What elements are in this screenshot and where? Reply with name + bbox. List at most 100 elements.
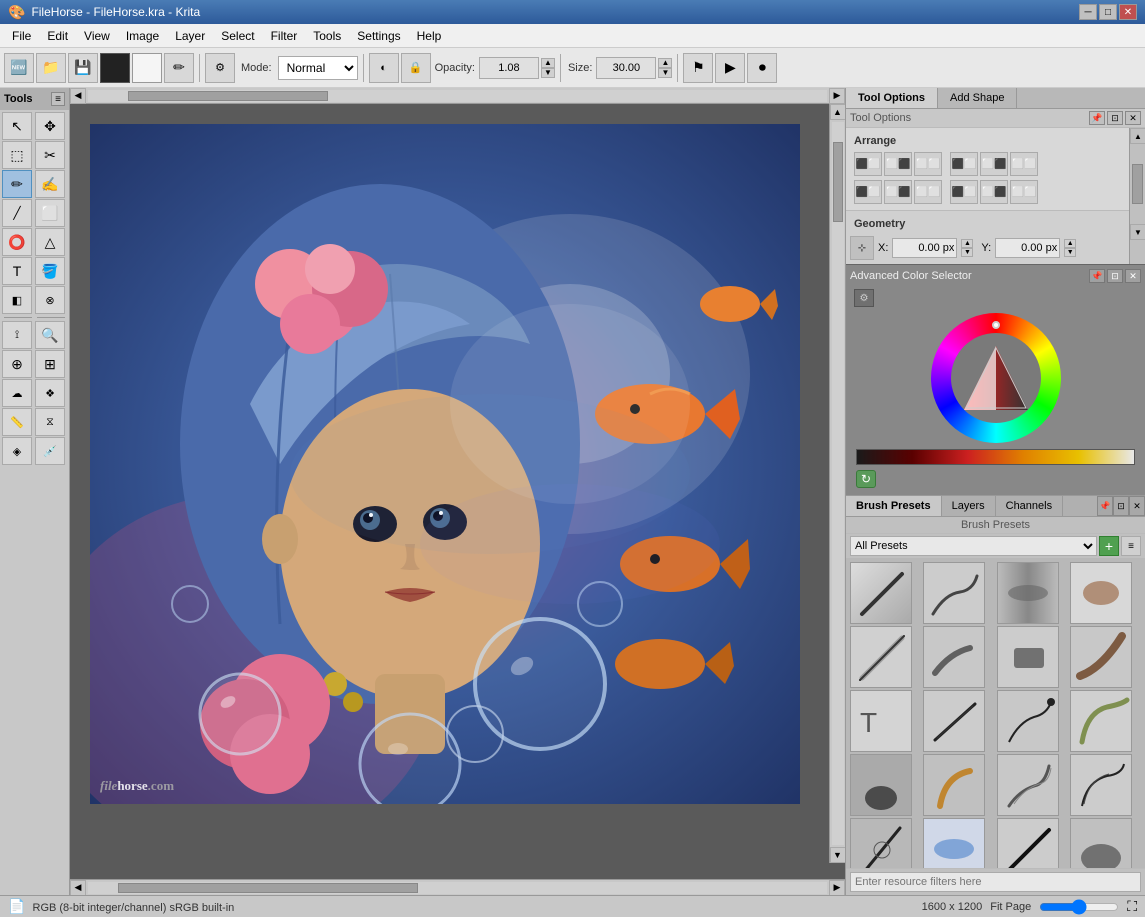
polygon-tool-btn[interactable]: △ [35,228,65,256]
text-tool-btn[interactable]: T [2,257,32,285]
save-file-button[interactable]: 💾 [68,53,98,83]
scroll-right-bottom[interactable]: ▶ [829,880,845,896]
open-file-button[interactable]: 📁 [36,53,66,83]
brush-item-15[interactable] [997,754,1059,816]
opacity-up[interactable]: ▲ [541,58,555,68]
new-doc-icon[interactable]: 📄 [8,898,25,914]
color-gradient-bar[interactable] [856,449,1135,465]
vertical-scrollbar-track[interactable] [832,122,844,845]
y-up[interactable]: ▲ [1064,239,1076,248]
brush-item-12[interactable] [1070,690,1132,752]
menu-view[interactable]: View [76,27,118,45]
tab-channels[interactable]: Channels [996,496,1063,516]
scroll-down-arrow[interactable]: ▼ [830,847,846,863]
y-input[interactable] [995,238,1060,258]
x-down[interactable]: ▼ [961,248,973,257]
crop-tool-btn[interactable]: ✂ [35,141,65,169]
color-close-btn[interactable]: ✕ [1125,269,1141,283]
freehand-tool-btn[interactable]: ✍ [35,170,65,198]
pattern-tool-btn[interactable]: ⊞ [35,350,65,378]
close-button[interactable]: ✕ [1119,4,1137,20]
menu-select[interactable]: Select [213,27,262,45]
color-pin-btn[interactable]: 📌 [1089,269,1105,283]
menu-help[interactable]: Help [409,27,450,45]
ellipse-tool-btn[interactable]: ⭕ [2,228,32,256]
menu-tools[interactable]: Tools [305,27,349,45]
play-button[interactable]: ▶ [715,53,745,83]
dist-top-btn[interactable]: ⬛⬜ [950,180,978,204]
brush-item-17[interactable] [850,818,912,868]
mode-select[interactable]: Normal Multiply Screen Overlay [278,56,358,80]
menu-settings[interactable]: Settings [349,27,408,45]
color-wheel-container[interactable] [850,309,1141,447]
color-sampler-btn[interactable]: 💉 [35,437,65,465]
move-tool-btn[interactable]: ✥ [35,112,65,140]
scroll-up-arrow[interactable]: ▲ [830,104,846,120]
horizontal-scrollbar-thumb[interactable] [128,91,328,101]
opacity-icon[interactable]: ◐ [369,53,399,83]
size-down[interactable]: ▼ [658,68,672,78]
menu-image[interactable]: Image [118,27,167,45]
brush-item-19[interactable] [997,818,1059,868]
color-settings-icon-btn[interactable]: ⚙ [854,289,874,307]
x-input[interactable] [892,238,957,258]
x-up[interactable]: ▲ [961,239,973,248]
align-middle-btn[interactable]: ⬜⬛ [980,152,1008,176]
scroll-left-arrow[interactable]: ◀ [70,88,86,104]
color-wheel-inner[interactable] [951,333,1041,423]
maximize-button[interactable]: □ [1099,4,1117,20]
lock-alpha-button[interactable]: 🔒 [401,53,431,83]
detach-button[interactable]: ⊡ [1107,111,1123,125]
scroll-left-bottom[interactable]: ◀ [70,880,86,896]
brush-item-11[interactable] [997,690,1059,752]
menu-file[interactable]: File [4,27,39,45]
align-bottom-btn[interactable]: ⬜⬜ [1010,152,1038,176]
brush-item-8[interactable] [1070,626,1132,688]
align-top-btn[interactable]: ⬛⬜ [950,152,978,176]
reference-tool-btn[interactable]: ◈ [2,437,32,465]
new-file-button[interactable]: 🆕 [4,53,34,83]
record-button[interactable]: ⏺ [747,53,777,83]
brush-panel-pin[interactable]: 📌 [1097,496,1113,516]
brush-item-13[interactable] [850,754,912,816]
color-settings-button[interactable]: ⚙ [205,53,235,83]
vertical-scrollbar-thumb[interactable] [833,142,843,222]
path-tool-btn[interactable]: ⟟ [2,321,32,349]
align-left-btn[interactable]: ⬛⬜ [854,152,882,176]
brush-filter-select[interactable]: All Presets Basic Digital Ink [850,536,1097,556]
crosshair-tool-btn[interactable]: ⊕ [2,350,32,378]
measure-tool-btn[interactable]: 📏 [2,408,32,436]
size-up[interactable]: ▲ [658,58,672,68]
minimize-button[interactable]: ─ [1079,4,1097,20]
tab-brush-presets[interactable]: Brush Presets [846,496,942,516]
color-refresh-btn[interactable]: ↻ [856,470,876,488]
opacity-down[interactable]: ▼ [541,68,555,78]
brush-item-7[interactable] [997,626,1059,688]
guides-tool-btn[interactable]: ⧖ [35,408,65,436]
brush-tool-button[interactable]: ✏ [164,53,194,83]
brush-filter-input[interactable] [850,872,1141,892]
dist-right-btn[interactable]: ⬜⬜ [914,180,942,204]
rect-tool-btn[interactable]: ⬜ [35,199,65,227]
size-input[interactable]: 30.00 [596,57,656,79]
gradient-tool-btn[interactable]: ◧ [2,286,32,314]
vertical-scrollbar[interactable]: ▲ ▼ [829,104,845,863]
zoom-tool-btn[interactable]: 🔍 [35,321,65,349]
menu-layer[interactable]: Layer [167,27,213,45]
menu-filter[interactable]: Filter [263,27,306,45]
brush-item-14[interactable] [923,754,985,816]
brush-tool-btn[interactable]: ✏ [2,170,32,198]
tab-add-shape[interactable]: Add Shape [938,88,1017,108]
eraser-tool-btn[interactable]: ⊗ [35,286,65,314]
rp-scroll-up[interactable]: ▲ [1130,128,1145,144]
brush-item-18[interactable] [923,818,985,868]
transform-tool-btn[interactable]: ⬚ [2,141,32,169]
mirror-button[interactable]: ⚑ [683,53,713,83]
align-center-btn[interactable]: ⬜⬛ [884,152,912,176]
hscroll-thumb-bottom[interactable] [118,883,418,893]
pin-button[interactable]: 📌 [1089,111,1105,125]
color-preview-main[interactable] [100,53,130,83]
select-tool-btn[interactable]: ↖ [2,112,32,140]
fill-tool-btn[interactable]: 🪣 [35,257,65,285]
horizontal-scrollbar-track[interactable] [88,90,827,102]
